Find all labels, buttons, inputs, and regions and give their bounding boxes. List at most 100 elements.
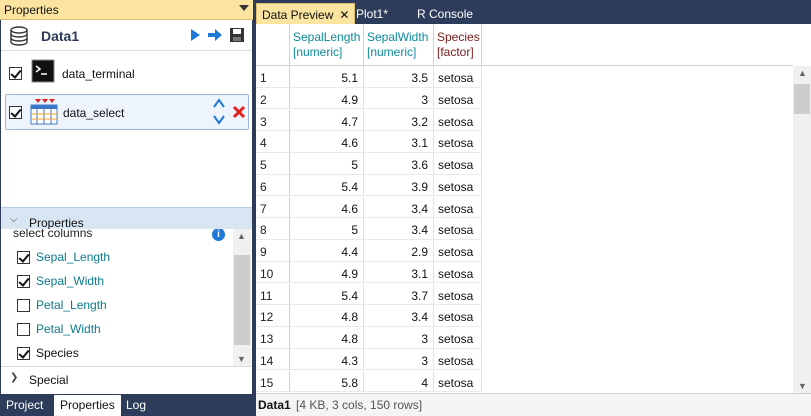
column-header-sepallength[interactable]: SepalLength [numeric]: [290, 24, 364, 66]
save-icon[interactable]: [229, 27, 245, 43]
scroll-down-icon[interactable]: ▼: [798, 381, 807, 391]
table-cell[interactable]: 3: [364, 348, 434, 371]
table-cell[interactable]: 3.4: [364, 196, 434, 219]
table-cell[interactable]: setosa: [434, 196, 482, 219]
table-row[interactable]: 6 5.4 3.9 setosa: [256, 174, 793, 197]
table-cell[interactable]: setosa: [434, 327, 482, 349]
table-cell[interactable]: setosa: [434, 87, 482, 110]
table-cell[interactable]: setosa: [434, 174, 482, 197]
table-cell[interactable]: setosa: [434, 153, 482, 175]
table-row[interactable]: 12 4.8 3.4 setosa: [256, 305, 793, 327]
table-cell[interactable]: 3.5: [364, 66, 434, 88]
run-icon[interactable]: [187, 27, 203, 43]
table-cell[interactable]: setosa: [434, 109, 482, 132]
table-cell[interactable]: 3.2: [364, 109, 434, 132]
tab-properties[interactable]: Properties: [54, 395, 121, 416]
table-cell[interactable]: 5: [290, 218, 364, 240]
table-cell[interactable]: 4.6: [290, 196, 364, 219]
tab-log[interactable]: Log: [120, 395, 152, 416]
table-row[interactable]: 7 4.6 3.4 setosa: [256, 196, 793, 219]
table-cell[interactable]: 4.9: [290, 87, 364, 110]
table-cell[interactable]: 3: [364, 87, 434, 110]
properties-panel-title: Properties: [4, 3, 59, 17]
column-checkbox[interactable]: [17, 299, 30, 312]
table-cell[interactable]: 3: [364, 327, 434, 349]
properties-scrollbar[interactable]: ▲ ▼: [233, 229, 251, 366]
table-row[interactable]: 4 4.6 3.1 setosa: [256, 131, 793, 153]
table-cell[interactable]: 4: [364, 370, 434, 393]
table-cell[interactable]: 4.3: [290, 348, 364, 371]
properties-section-header[interactable]: ⌵ Properties: [1, 207, 252, 230]
table-cell[interactable]: setosa: [434, 218, 482, 240]
delete-icon[interactable]: [232, 105, 246, 119]
tab-plot1[interactable]: Plot1*: [351, 3, 393, 24]
table-cell[interactable]: 5.4: [290, 283, 364, 306]
table-cell[interactable]: 4.6: [290, 131, 364, 153]
row-number: 13: [256, 327, 290, 349]
table-cell[interactable]: 4.4: [290, 240, 364, 262]
scroll-up-icon[interactable]: ▲: [237, 231, 246, 241]
scroll-up-icon[interactable]: ▲: [798, 68, 807, 78]
table-cell[interactable]: 3.6: [364, 153, 434, 175]
table-cell[interactable]: setosa: [434, 66, 482, 88]
step-checkbox[interactable]: [9, 67, 22, 80]
table-cell[interactable]: setosa: [434, 305, 482, 327]
table-cell[interactable]: setosa: [434, 261, 482, 284]
table-cell[interactable]: 4.8: [290, 305, 364, 327]
step-data-select[interactable]: data_select: [5, 94, 249, 130]
forward-icon[interactable]: [207, 27, 223, 43]
table-cell[interactable]: 3.4: [364, 305, 434, 327]
table-row[interactable]: 13 4.8 3 setosa: [256, 327, 793, 349]
column-header-sepalwidth[interactable]: SepalWidth [numeric]: [364, 24, 434, 66]
table-cell[interactable]: 3.7: [364, 283, 434, 306]
table-cell[interactable]: 3.1: [364, 131, 434, 153]
grid-scrollbar[interactable]: ▲ ▼: [793, 66, 811, 393]
table-cell[interactable]: 4.9: [290, 261, 364, 284]
column-checkbox[interactable]: [17, 323, 30, 336]
special-section-header[interactable]: ❯ Special: [1, 366, 252, 394]
table-cell[interactable]: 5.8: [290, 370, 364, 393]
table-cell[interactable]: setosa: [434, 240, 482, 262]
table-cell[interactable]: 4.7: [290, 109, 364, 132]
scroll-down-icon[interactable]: ▼: [237, 354, 246, 364]
table-cell[interactable]: 5.1: [290, 66, 364, 88]
table-cell[interactable]: 3.9: [364, 174, 434, 197]
table-cell[interactable]: setosa: [434, 131, 482, 153]
table-row[interactable]: 5 5 3.6 setosa: [256, 153, 793, 175]
table-row[interactable]: 15 5.8 4 setosa: [256, 370, 793, 393]
table-row[interactable]: 8 5 3.4 setosa: [256, 218, 793, 240]
table-cell[interactable]: 4.8: [290, 327, 364, 349]
step-data-terminal[interactable]: data_terminal: [5, 57, 249, 93]
step-checkbox[interactable]: [9, 106, 22, 119]
table-row[interactable]: 10 4.9 3.1 setosa: [256, 261, 793, 284]
tab-project[interactable]: Project: [0, 395, 49, 416]
column-checkbox[interactable]: [17, 251, 30, 264]
table-row[interactable]: 9 4.4 2.9 setosa: [256, 240, 793, 262]
table-row[interactable]: 14 4.3 3 setosa: [256, 348, 793, 371]
table-cell[interactable]: setosa: [434, 370, 482, 393]
close-icon[interactable]: ✕: [339, 8, 349, 22]
panel-menu-dropdown-icon[interactable]: [239, 5, 249, 11]
table-row[interactable]: 11 5.4 3.7 setosa: [256, 283, 793, 306]
table-cell[interactable]: setosa: [434, 348, 482, 371]
column-header-species[interactable]: Species [factor]: [434, 24, 482, 66]
table-cell[interactable]: 2.9: [364, 240, 434, 262]
info-icon[interactable]: i: [212, 229, 225, 241]
table-row[interactable]: 3 4.7 3.2 setosa: [256, 109, 793, 132]
column-checkbox[interactable]: [17, 347, 30, 360]
move-down-icon[interactable]: [212, 112, 226, 126]
table-cell[interactable]: setosa: [434, 283, 482, 306]
row-number: 2: [256, 87, 290, 110]
table-cell[interactable]: 5.4: [290, 174, 364, 197]
move-up-icon[interactable]: [212, 97, 226, 111]
column-checkbox[interactable]: [17, 275, 30, 288]
table-cell[interactable]: 5: [290, 153, 364, 175]
tab-r-console[interactable]: R Console: [412, 3, 478, 24]
table-row[interactable]: 1 5.1 3.5 setosa: [256, 66, 793, 88]
table-row[interactable]: 2 4.9 3 setosa: [256, 87, 793, 110]
scrollbar-thumb[interactable]: [234, 255, 250, 345]
table-cell[interactable]: 3.4: [364, 218, 434, 240]
scrollbar-thumb[interactable]: [794, 84, 810, 114]
tab-data-preview[interactable]: Data Preview ✕: [256, 3, 356, 24]
table-cell[interactable]: 3.1: [364, 261, 434, 284]
